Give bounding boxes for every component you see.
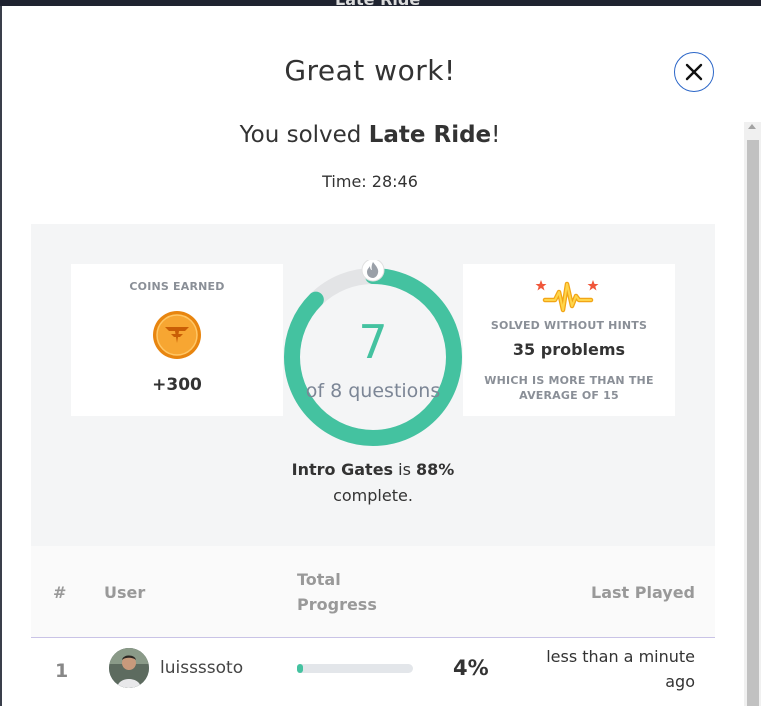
flame-icon (361, 260, 385, 282)
header-rank: # (53, 583, 67, 602)
row-rank: 1 (55, 660, 69, 682)
solve-time: Time: 28:46 (322, 172, 418, 191)
questions-completed: 7 (358, 315, 388, 369)
problem-name: Late Ride (368, 122, 492, 148)
table-row: 1 luissssoto 4% less than a minute ago (31, 638, 715, 708)
row-last-played: less than a minute ago (546, 647, 695, 691)
solved-message: You solved Late Ride! (0, 122, 740, 148)
course-percent: 88% (416, 460, 455, 479)
coins-label: COINS EARNED (129, 280, 225, 293)
row-username[interactable]: luissssoto (160, 658, 243, 678)
hints-comparison: WHICH IS MORE THAN THE AVERAGE OF 15 (484, 374, 654, 402)
close-icon (685, 63, 703, 81)
coins-card: COINS EARNED +300 (71, 264, 283, 416)
avatar-image (109, 648, 149, 688)
progress-bar (297, 664, 413, 673)
leaderboard-header: # User Total Progress Last Played (31, 546, 715, 638)
hints-value: 35 problems (512, 340, 626, 359)
header-last-played: Last Played (591, 583, 695, 602)
course-progress: Intro Gates is 88% complete. (231, 457, 515, 509)
row-percent: 4% (453, 656, 489, 680)
header-user: User (104, 583, 146, 602)
close-button[interactable] (674, 52, 714, 92)
avatar[interactable] (109, 648, 149, 688)
modal-title: Great work! (284, 54, 456, 87)
questions-total: of 8 questions (305, 380, 441, 402)
coins-value: +300 (152, 375, 202, 395)
header-progress: Total Progress (297, 570, 377, 614)
leaderboard-table: # User Total Progress Last Played 1 luis… (31, 546, 715, 708)
scrollbar-thumb[interactable] (747, 140, 759, 706)
stats-panel: COINS EARNED +300 7 of 8 questions SOLVE… (31, 224, 715, 546)
progress-bar-fill (297, 664, 303, 673)
hints-card: SOLVED WITHOUT HINTS 35 problems WHICH I… (463, 264, 675, 416)
course-name: Intro Gates (291, 460, 394, 479)
solved-prefix: You solved (239, 122, 369, 148)
scroll-up-icon[interactable] (748, 124, 756, 129)
hints-label: SOLVED WITHOUT HINTS (490, 319, 648, 332)
course-is: is (393, 460, 417, 479)
solved-suffix: ! (491, 122, 501, 148)
coin-icon (153, 311, 201, 359)
sparkle-chart-icon (535, 280, 599, 313)
course-complete: complete. (333, 486, 413, 505)
